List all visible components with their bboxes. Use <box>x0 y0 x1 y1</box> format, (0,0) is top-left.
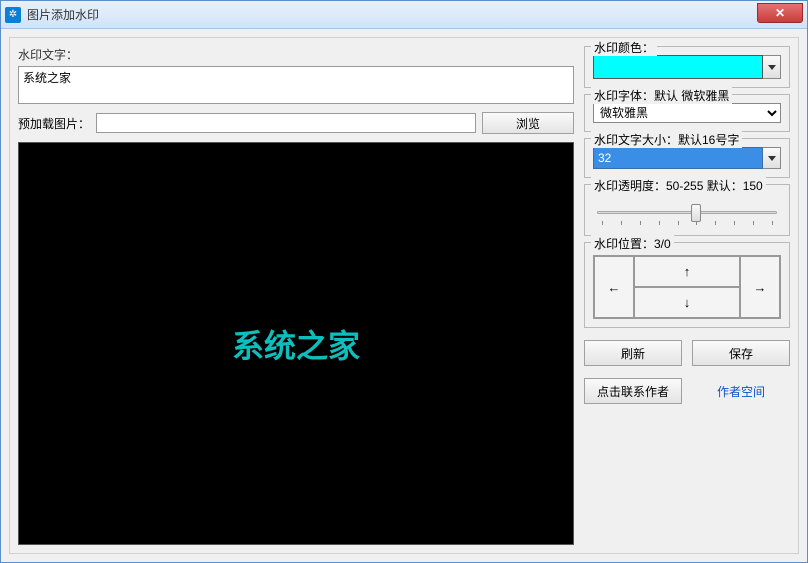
right-column: 水印颜色： 水印字体：默认 微软雅黑 微软雅黑 水印文字大小：默 <box>584 46 790 545</box>
close-icon: ✕ <box>775 6 785 20</box>
close-button[interactable]: ✕ <box>757 3 803 23</box>
arrow-down-icon: ↓ <box>684 295 691 310</box>
preload-label: 预加载图片： <box>18 115 90 132</box>
fontsize-dropdown[interactable]: 32 <box>593 147 781 169</box>
position-group: 水印位置：3/0 ← ↑ → ↓ <box>584 242 790 328</box>
preview-area: 系统之家 <box>18 142 574 545</box>
preview-watermark-text: 系统之家 <box>232 321 360 367</box>
color-group: 水印颜色： <box>584 46 790 88</box>
app-window: ✲ 图片添加水印 ✕ 水印文字： 预加载图片： 浏览 系统之家 <box>0 0 808 563</box>
color-group-label: 水印颜色： <box>591 39 657 56</box>
client-area: 水印文字： 预加载图片： 浏览 系统之家 水印颜色： <box>1 29 807 562</box>
link-row: 点击联系作者 作者空间 <box>584 378 790 404</box>
opacity-group-label: 水印透明度：50-255 默认：150 <box>591 177 766 194</box>
font-group-label: 水印字体：默认 微软雅黑 <box>591 87 732 104</box>
opacity-group: 水印透明度：50-255 默认：150 <box>584 184 790 236</box>
watermark-text-label: 水印文字： <box>18 46 574 63</box>
watermark-text-input[interactable] <box>18 66 574 104</box>
preload-path-input[interactable] <box>96 113 476 133</box>
inner-frame: 水印文字： 预加载图片： 浏览 系统之家 水印颜色： <box>9 37 799 554</box>
left-column: 水印文字： 预加载图片： 浏览 系统之家 <box>18 46 574 545</box>
browse-button[interactable]: 浏览 <box>482 112 574 134</box>
author-space-link[interactable]: 作者空间 <box>692 378 790 404</box>
position-down-button[interactable]: ↓ <box>634 287 740 318</box>
refresh-button[interactable]: 刷新 <box>584 340 682 366</box>
position-up-button[interactable]: ↑ <box>634 256 740 287</box>
position-grid: ← ↑ → ↓ <box>593 255 781 319</box>
slider-track-line <box>597 211 777 214</box>
arrow-right-icon: → <box>754 280 767 295</box>
position-right-button[interactable]: → <box>740 256 780 318</box>
opacity-slider-wrap <box>593 193 781 227</box>
position-group-label: 水印位置：3/0 <box>591 235 674 252</box>
color-dropdown[interactable] <box>593 55 781 79</box>
contact-author-button[interactable]: 点击联系作者 <box>584 378 682 404</box>
save-button[interactable]: 保存 <box>692 340 790 366</box>
font-group: 水印字体：默认 微软雅黑 微软雅黑 <box>584 94 790 132</box>
color-dropdown-button[interactable] <box>763 55 781 79</box>
window-title: 图片添加水印 <box>27 6 757 23</box>
fontsize-value: 32 <box>593 147 763 169</box>
fontsize-group: 水印文字大小：默认16号字 32 <box>584 138 790 178</box>
opacity-slider[interactable] <box>593 199 781 227</box>
titlebar: ✲ 图片添加水印 ✕ <box>1 1 807 29</box>
action-row: 刷新 保存 <box>584 340 790 366</box>
app-icon: ✲ <box>5 7 21 23</box>
arrow-up-icon: ↑ <box>684 264 691 279</box>
color-swatch <box>593 55 763 79</box>
preload-row: 预加载图片： 浏览 <box>18 112 574 134</box>
chevron-down-icon <box>768 65 776 70</box>
chevron-down-icon <box>768 156 776 161</box>
arrow-left-icon: ← <box>608 280 621 295</box>
position-left-button[interactable]: ← <box>594 256 634 318</box>
fontsize-dropdown-button[interactable] <box>763 147 781 169</box>
font-select[interactable]: 微软雅黑 <box>593 103 781 123</box>
fontsize-group-label: 水印文字大小：默认16号字 <box>591 131 742 148</box>
slider-thumb[interactable] <box>691 204 701 222</box>
